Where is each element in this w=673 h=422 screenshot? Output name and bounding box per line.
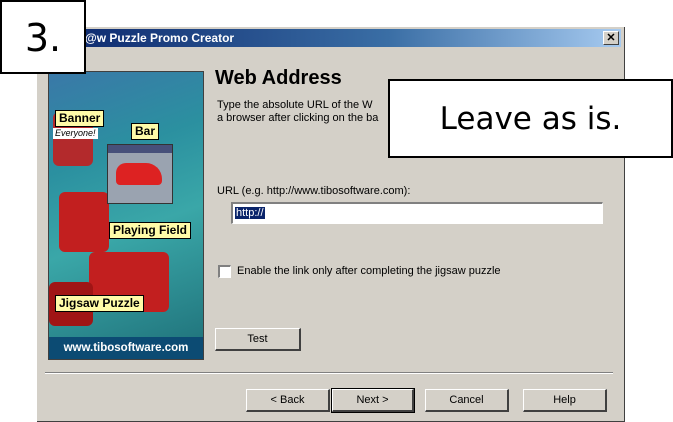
instruction-callout: Leave as is. <box>388 79 673 158</box>
enable-link-checkbox[interactable] <box>218 265 231 278</box>
step-number-callout: 3. <box>0 0 86 74</box>
jigsaw-puzzle-tag: Jigsaw Puzzle <box>55 295 144 312</box>
wizard-side-illustration: Banner Everyone! Bar Playing Field Jigsa… <box>48 71 204 360</box>
banner-tag: Banner <box>55 110 105 127</box>
title-bar[interactable]: @w Puzzle Promo Creator ✕ <box>39 29 621 47</box>
close-button[interactable]: ✕ <box>603 31 619 45</box>
enable-link-label[interactable]: Enable the link only after completing th… <box>237 265 501 277</box>
description-line-1: Type the absolute URL of the W <box>217 99 373 111</box>
page-title: Web Address <box>215 67 342 89</box>
next-button[interactable]: Next > <box>331 388 415 413</box>
url-input-value: http:// <box>235 207 265 219</box>
website-footer: www.tibosoftware.com <box>49 337 203 359</box>
everyone-tag: Everyone! <box>53 128 98 139</box>
cancel-button[interactable]: Cancel <box>425 389 509 412</box>
help-button[interactable]: Help <box>523 389 607 412</box>
url-input[interactable]: http:// <box>231 202 603 224</box>
test-button[interactable]: Test <box>215 328 301 351</box>
page-description: Type the absolute URL of the W a browser… <box>217 99 407 125</box>
description-line-2: a browser after clicking on the ba <box>217 112 379 124</box>
preview-card <box>107 144 173 204</box>
window-title: @w Puzzle Promo Creator <box>85 31 235 45</box>
car-image <box>116 163 162 185</box>
playing-field-tag: Playing Field <box>109 222 192 239</box>
back-button[interactable]: < Back <box>246 389 330 412</box>
divider <box>45 372 613 374</box>
url-label: URL (e.g. http://www.tibosoftware.com): <box>217 185 411 197</box>
bar-tag: Bar <box>131 123 160 140</box>
